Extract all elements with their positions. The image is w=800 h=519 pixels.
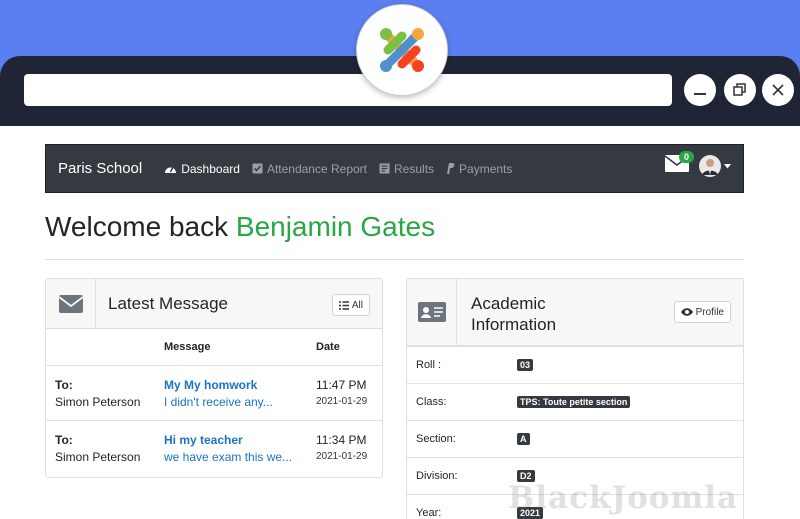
card-title-line: Academic — [471, 294, 546, 313]
info-value-badge: A — [517, 433, 530, 445]
latest-message-card: Latest Message All Message Date To: Simon… — [45, 278, 383, 478]
user-menu[interactable] — [699, 155, 731, 177]
info-value-badge: TPS: Toute petite section — [517, 396, 631, 408]
info-label: Roll : — [416, 359, 442, 371]
message-subject[interactable]: My My homwork — [164, 378, 316, 392]
results-icon — [379, 163, 390, 174]
joomla-logo-icon — [380, 28, 424, 72]
info-row-roll: Roll : 03 — [407, 346, 743, 383]
table-header-row: Message Date — [46, 329, 382, 365]
minimize-icon — [694, 93, 706, 95]
close-icon — [772, 84, 784, 96]
card-title: Latest Message — [108, 294, 229, 313]
address-bar[interactable] — [24, 74, 672, 106]
messages-table: Message Date To: Simon Peterson My My hom… — [46, 329, 382, 475]
welcome-heading: Welcome back Benjamin Gates — [45, 211, 435, 243]
info-label: Section: — [416, 433, 456, 445]
card-title-line: Information — [471, 315, 557, 334]
message-count-badge: 0 — [679, 151, 695, 163]
message-preview[interactable]: we have exam this we... — [164, 450, 316, 464]
to-label: To: — [55, 377, 73, 392]
top-navbar: Paris School Dashboard Attendance Report… — [45, 144, 744, 193]
info-label: Year: — [416, 507, 442, 519]
messages-button[interactable]: 0 — [664, 151, 695, 177]
eye-icon — [680, 308, 693, 316]
nav-attendance-report[interactable]: Attendance Report — [252, 162, 367, 176]
all-button-label: All — [351, 299, 363, 311]
card-icon-box — [46, 279, 96, 328]
browser-window: Paris School Dashboard Attendance Report… — [0, 56, 800, 519]
minimize-button[interactable] — [684, 74, 716, 106]
restore-icon — [733, 83, 746, 96]
profile-button-label: Profile — [695, 306, 724, 318]
message-subject[interactable]: Hi my teacher — [164, 433, 316, 447]
message-preview[interactable]: I didn't receive any... — [164, 395, 316, 409]
to-label: To: — [55, 432, 73, 447]
card-header: Latest Message All — [46, 279, 382, 329]
avatar — [699, 155, 721, 177]
list-icon — [338, 300, 349, 310]
card-icon-box — [407, 279, 457, 345]
brand-title[interactable]: Paris School — [58, 160, 142, 177]
recipient-name: Simon Peterson — [55, 394, 141, 409]
profile-button[interactable]: Profile — [673, 301, 731, 323]
column-header: Date — [316, 340, 340, 353]
message-time: 11:34 PM — [316, 432, 367, 447]
dashboard-icon — [165, 166, 177, 173]
nav-payments-label: Payments — [459, 161, 513, 176]
info-value-badge: 03 — [517, 359, 534, 371]
info-row-class: Class: TPS: Toute petite section — [407, 383, 743, 420]
page-content: Paris School Dashboard Attendance Report… — [0, 126, 800, 519]
watermark: BlackJoomla — [508, 480, 739, 516]
all-messages-button[interactable]: All — [331, 294, 370, 316]
nav-results[interactable]: Results — [379, 162, 434, 176]
welcome-text: Welcome back — [45, 211, 229, 242]
card-header: Academic Information Profile — [407, 279, 743, 346]
paypal-icon — [447, 163, 455, 174]
nav-results-label: Results — [394, 161, 435, 176]
recipient-name: Simon Peterson — [55, 449, 141, 464]
user-name: Benjamin Gates — [235, 211, 436, 242]
id-card-icon — [417, 302, 446, 322]
envelope-icon — [58, 294, 83, 313]
message-time: 11:47 PM — [316, 377, 367, 392]
divider — [45, 259, 744, 260]
card-title: Academic Information — [471, 293, 556, 335]
caret-down-icon — [724, 163, 731, 168]
checkbox-icon — [252, 163, 263, 174]
message-date: 2021-01-29 — [316, 395, 368, 407]
joomla-logo — [356, 4, 448, 96]
table-row[interactable]: To: Simon Peterson Hi my teacher we have e… — [46, 420, 382, 475]
restore-button[interactable] — [724, 74, 756, 106]
nav-dashboard[interactable]: Dashboard — [164, 162, 240, 176]
table-row[interactable]: To: Simon Peterson My My homwork I didn't … — [46, 365, 382, 420]
column-header: Message — [164, 340, 211, 353]
close-button[interactable] — [762, 74, 794, 106]
info-label: Division: — [416, 470, 458, 482]
info-row-section: Section: A — [407, 420, 743, 457]
message-date: 2021-01-29 — [316, 450, 368, 462]
nav-dashboard-label: Dashboard — [181, 161, 240, 176]
nav-attendance-label: Attendance Report — [266, 161, 368, 176]
nav-payments[interactable]: Payments — [446, 162, 512, 176]
info-label: Class: — [416, 396, 447, 408]
